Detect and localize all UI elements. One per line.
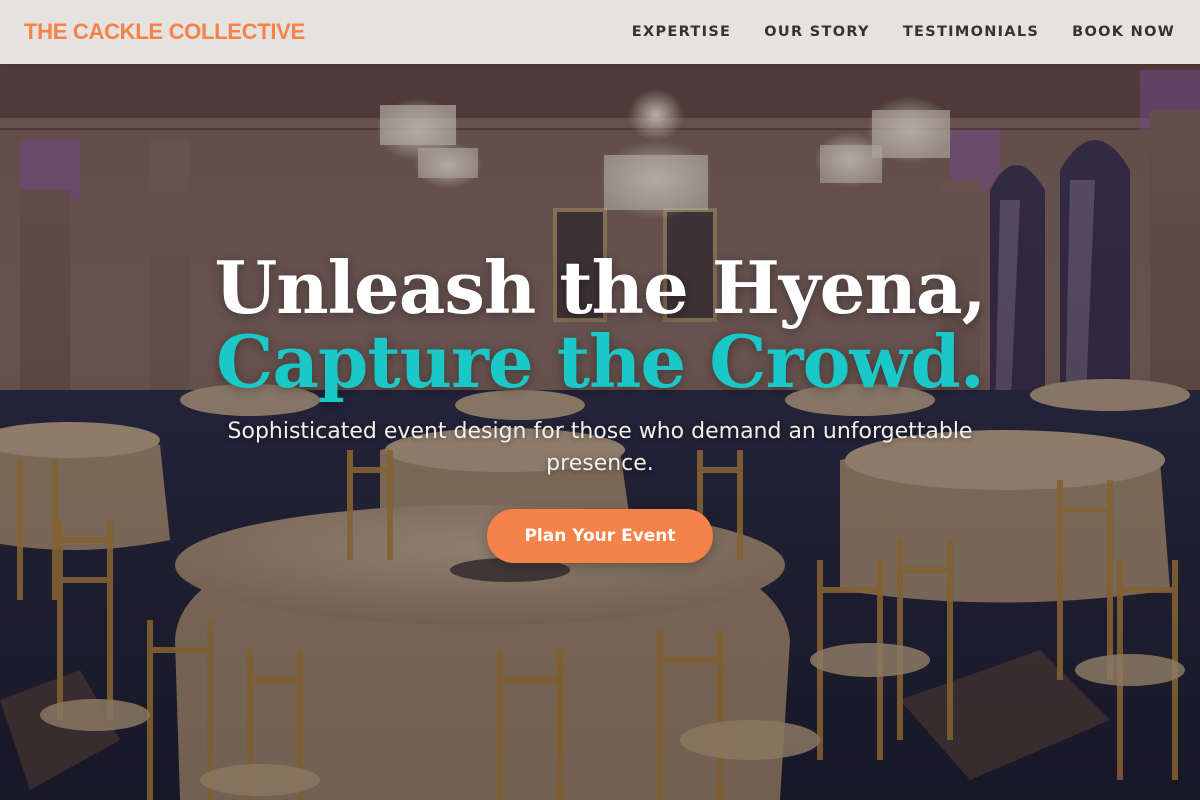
nav-link-our-story[interactable]: OUR STORY — [764, 24, 870, 40]
hero-section: Unleash the Hyena, Capture the Crowd. So… — [0, 64, 1200, 800]
nav-link-testimonials[interactable]: TESTIMONIALS — [903, 24, 1039, 40]
hero-subtitle: Sophisticated event design for those who… — [227, 419, 973, 476]
nav-links: EXPERTISE OUR STORY TESTIMONIALS BOOK NO… — [599, 24, 1175, 40]
plan-your-event-button[interactable]: Plan Your Event — [487, 509, 713, 563]
nav-link-expertise[interactable]: EXPERTISE — [632, 24, 731, 40]
hero-headline-line-1: Unleash the Hyena, — [214, 245, 986, 330]
nav-link-book-now[interactable]: BOOK NOW — [1072, 24, 1175, 40]
page: THE CACKLE COLLECTIVE EXPERTISE OUR STOR… — [0, 0, 1200, 800]
brand-logo-link[interactable]: THE CACKLE COLLECTIVE — [24, 19, 305, 45]
top-navigation-bar: THE CACKLE COLLECTIVE EXPERTISE OUR STOR… — [0, 0, 1200, 64]
hero-headline-line-2: Capture the Crowd. — [216, 319, 985, 404]
